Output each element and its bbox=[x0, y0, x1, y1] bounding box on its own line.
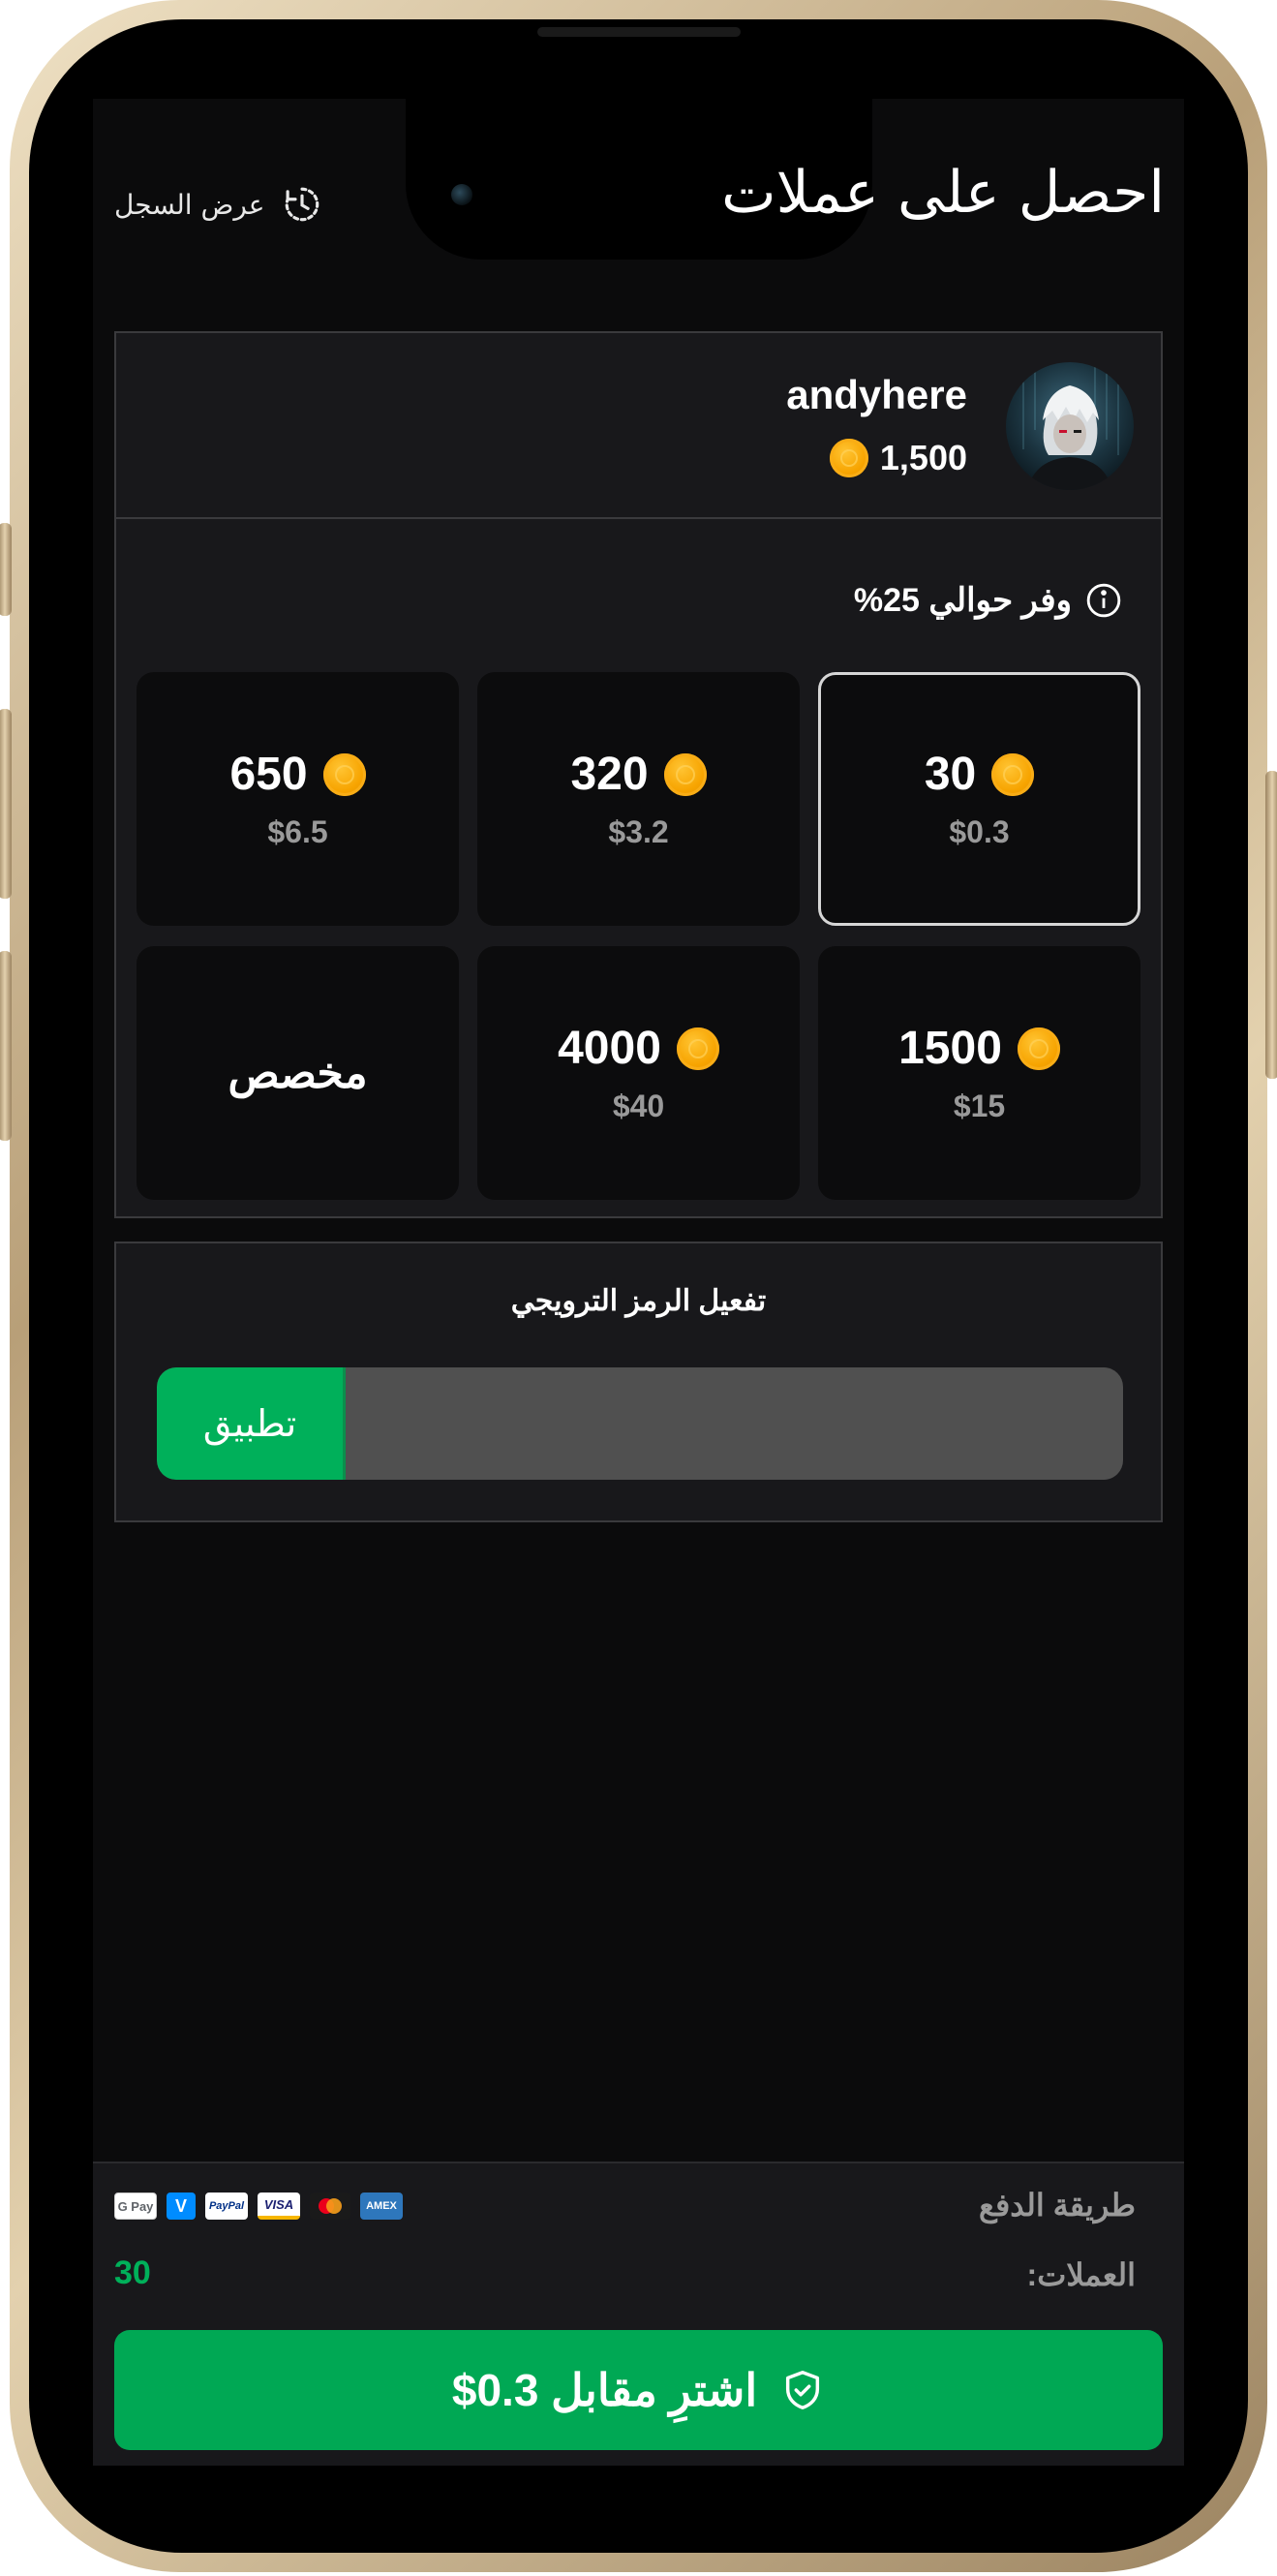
amex-icon: AMEX bbox=[360, 2193, 403, 2220]
package-1500[interactable]: 1500 $15 bbox=[818, 946, 1140, 1200]
volume-down-button bbox=[0, 951, 12, 1141]
earpiece-speaker bbox=[537, 27, 741, 37]
package-320[interactable]: 320 $3.2 bbox=[477, 672, 800, 926]
info-icon[interactable] bbox=[1085, 582, 1122, 619]
history-icon bbox=[286, 187, 319, 222]
promo-code-field: تطبيق bbox=[157, 1367, 1123, 1480]
volume-up-button bbox=[0, 709, 12, 899]
coins-label: العملات: bbox=[1026, 2257, 1136, 2292]
page-title: احصل على عملات bbox=[721, 159, 1165, 227]
paypal-icon: PayPal bbox=[205, 2193, 248, 2220]
avatar-image bbox=[1006, 362, 1134, 490]
power-button bbox=[1265, 771, 1277, 1079]
promo-code-section: تفعيل الرمز الترويجي تطبيق bbox=[114, 1242, 1163, 1522]
package-coins: 320 bbox=[570, 749, 649, 800]
package-price: $0.3 bbox=[949, 814, 1010, 849]
coin-balance-value: 1,500 bbox=[879, 438, 967, 477]
payment-method-label: طريقة الدفع bbox=[978, 2188, 1136, 2223]
package-4000[interactable]: 4000 $40 bbox=[477, 946, 800, 1200]
venmo-icon: V bbox=[167, 2193, 196, 2220]
coin-balance: 1,500 bbox=[829, 438, 967, 478]
package-price: $6.5 bbox=[267, 814, 328, 849]
buy-button-label: اشترِ مقابل 0.3$ bbox=[451, 2365, 758, 2415]
package-price: $40 bbox=[612, 1089, 665, 1123]
coin-icon bbox=[829, 439, 868, 477]
view-history-link[interactable]: عرض السجل bbox=[114, 184, 322, 225]
visa-icon: VISA bbox=[258, 2193, 300, 2220]
payment-methods: G Pay V PayPal VISA AMEX bbox=[114, 2193, 403, 2220]
google-pay-icon: G Pay bbox=[114, 2193, 157, 2220]
coin-icon bbox=[322, 752, 366, 796]
package-price: $15 bbox=[953, 1089, 1006, 1123]
package-coins: 30 bbox=[924, 749, 977, 800]
package-price: $3.2 bbox=[608, 814, 669, 849]
coin-icon bbox=[991, 752, 1035, 796]
checkout-footer: طريقة الدفع G Pay V PayPal VISA AMEX الع… bbox=[93, 2162, 1184, 2466]
promo-code-input[interactable] bbox=[346, 1367, 1110, 1480]
package-coins: 650 bbox=[229, 749, 308, 800]
coins-value: 30 bbox=[114, 2254, 151, 2291]
silent-switch bbox=[0, 523, 12, 616]
coin-icon bbox=[676, 1027, 719, 1070]
app-screen: احصل على عملات عرض السجل andyhere 1,500 … bbox=[93, 99, 1184, 2466]
custom-package-label: مخصص bbox=[228, 1049, 368, 1097]
shield-check-icon bbox=[786, 2371, 820, 2409]
savings-text: وفر حوالي 25% bbox=[853, 582, 1072, 619]
promo-title: تفعيل الرمز الترويجي bbox=[510, 1285, 767, 1317]
apply-promo-button[interactable]: تطبيق bbox=[157, 1367, 346, 1480]
coin-store-panel: andyhere 1,500 وفر حوالي 25% 30 $0.3 320… bbox=[114, 331, 1163, 1218]
savings-note: وفر حوالي 25% bbox=[854, 581, 1122, 620]
front-camera bbox=[451, 184, 472, 205]
user-profile: andyhere 1,500 bbox=[116, 333, 1161, 519]
package-30[interactable]: 30 $0.3 bbox=[818, 672, 1140, 926]
avatar bbox=[1006, 362, 1134, 490]
coin-icon bbox=[663, 752, 707, 796]
mastercard-icon bbox=[310, 2193, 350, 2220]
package-coins: 1500 bbox=[898, 1023, 1002, 1074]
coin-packages: 30 $0.3 320 $3.2 650 $6.5 1500 $15 4000 … bbox=[137, 672, 1140, 1200]
buy-button[interactable]: اشترِ مقابل 0.3$ bbox=[114, 2330, 1163, 2450]
view-history-label: عرض السجل bbox=[114, 188, 265, 221]
package-650[interactable]: 650 $6.5 bbox=[137, 672, 459, 926]
package-custom[interactable]: مخصص bbox=[137, 946, 459, 1200]
username: andyhere bbox=[786, 372, 967, 417]
package-coins: 4000 bbox=[558, 1023, 661, 1074]
coin-icon bbox=[1017, 1027, 1060, 1070]
